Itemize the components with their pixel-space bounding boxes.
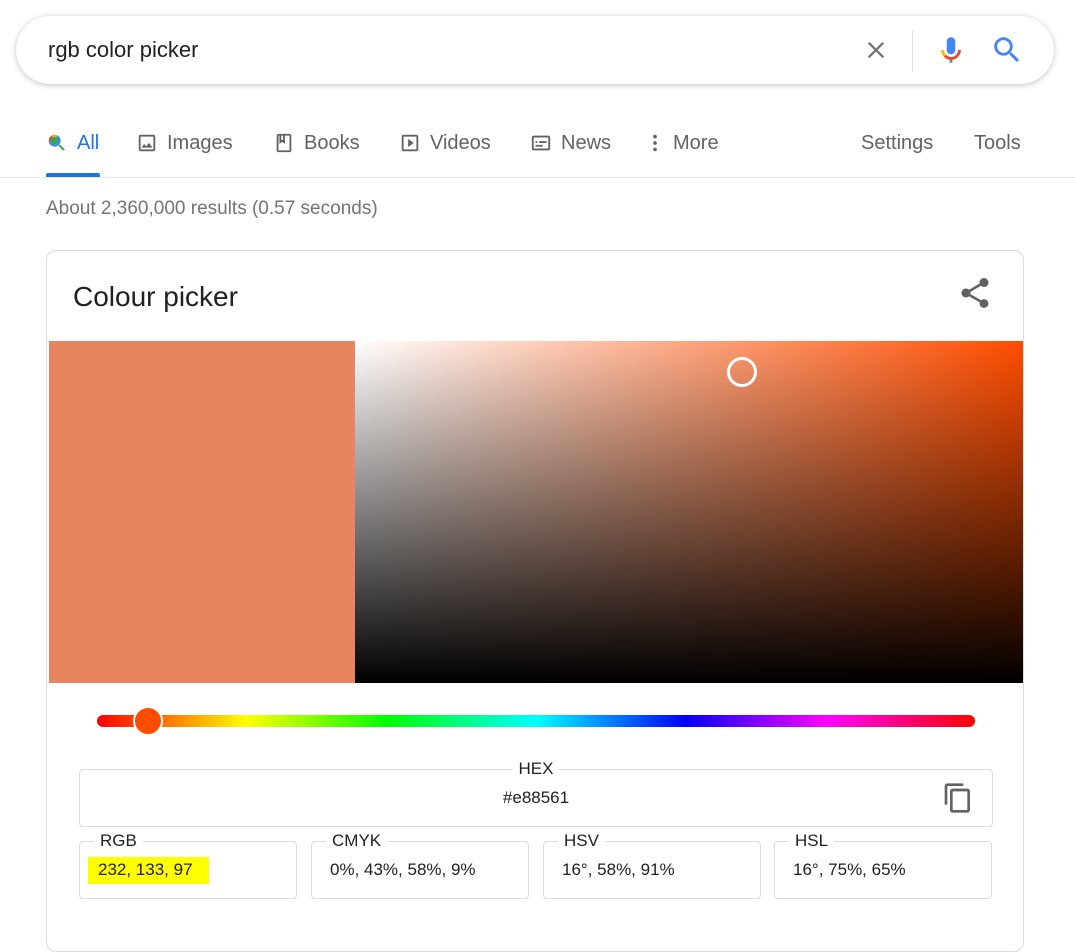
hsv-label: HSV <box>558 831 605 851</box>
search-icon[interactable] <box>990 33 1024 67</box>
rgb-field: RGB 232, 133, 97 <box>79 831 297 899</box>
tab-more[interactable]: More <box>646 130 719 156</box>
close-icon[interactable] <box>862 36 890 64</box>
image-icon <box>138 134 156 152</box>
hsv-value-input[interactable]: 16°, 58%, 91% <box>562 860 675 880</box>
card-title: Colour picker <box>73 281 238 312</box>
search-icon <box>48 134 65 151</box>
play-icon <box>401 134 419 152</box>
tab-label: Settings <box>861 131 934 154</box>
tab-label: Videos <box>430 131 491 154</box>
hsv-field: HSV 16°, 58%, 91% <box>543 831 761 899</box>
book-icon <box>276 133 292 153</box>
hsl-label: HSL <box>789 831 835 851</box>
selected-color-swatch <box>49 341 355 683</box>
tab-label: More <box>673 131 719 154</box>
tab-books[interactable]: Books <box>273 130 360 156</box>
copy-icon[interactable] <box>942 782 974 814</box>
results-stats: About 2,360,000 results (0.57 seconds) <box>46 198 378 219</box>
cmyk-field: CMYK 0%, 43%, 58%, 9% <box>311 831 529 899</box>
hex-label: HEX <box>512 759 560 779</box>
share-icon[interactable] <box>957 275 993 311</box>
hex-value-input[interactable]: #e88561 <box>80 788 992 808</box>
search-input[interactable]: rgb color picker <box>48 37 198 63</box>
tab-settings[interactable]: Settings <box>861 130 933 156</box>
hex-field: HEX #e88561 <box>79 759 993 827</box>
tab-news[interactable]: News <box>530 130 611 156</box>
tab-label: Tools <box>974 131 1021 154</box>
microphone-icon[interactable] <box>934 33 968 67</box>
hue-slider[interactable] <box>97 706 975 736</box>
tab-label: Images <box>167 131 233 154</box>
tab-all[interactable]: All <box>46 130 99 156</box>
tab-tools[interactable]: Tools <box>974 130 1021 156</box>
saturation-value-handle[interactable] <box>727 356 758 387</box>
cmyk-value-input[interactable]: 0%, 43%, 58%, 9% <box>330 860 476 880</box>
hsl-value-input[interactable]: 16°, 75%, 65% <box>793 860 906 880</box>
rgb-value-highlight: 232, 133, 97 <box>88 857 209 884</box>
colour-picker-card: Colour picker HEX #e88561 RGB 232, 133, … <box>46 250 1024 952</box>
active-tab-indicator <box>46 173 100 177</box>
tab-label: News <box>561 131 612 154</box>
search-tabs: All Images Books Videos News More Settin… <box>0 120 1075 178</box>
cmyk-label: CMYK <box>326 831 388 851</box>
tab-label: Books <box>304 131 360 154</box>
hsl-field: HSL 16°, 75%, 65% <box>774 831 992 899</box>
rgb-label: RGB <box>94 831 143 851</box>
tab-videos[interactable]: Videos <box>399 130 491 156</box>
search-divider <box>912 30 913 72</box>
rgb-value-input[interactable]: 232, 133, 97 <box>88 857 209 884</box>
tab-images[interactable]: Images <box>136 130 233 156</box>
more-vertical-icon <box>653 134 657 152</box>
newspaper-icon <box>531 135 551 151</box>
hue-slider-handle[interactable] <box>133 706 164 736</box>
search-bar: rgb color picker <box>16 16 1054 84</box>
saturation-value-area[interactable] <box>355 341 1023 683</box>
tab-label: All <box>77 131 100 154</box>
